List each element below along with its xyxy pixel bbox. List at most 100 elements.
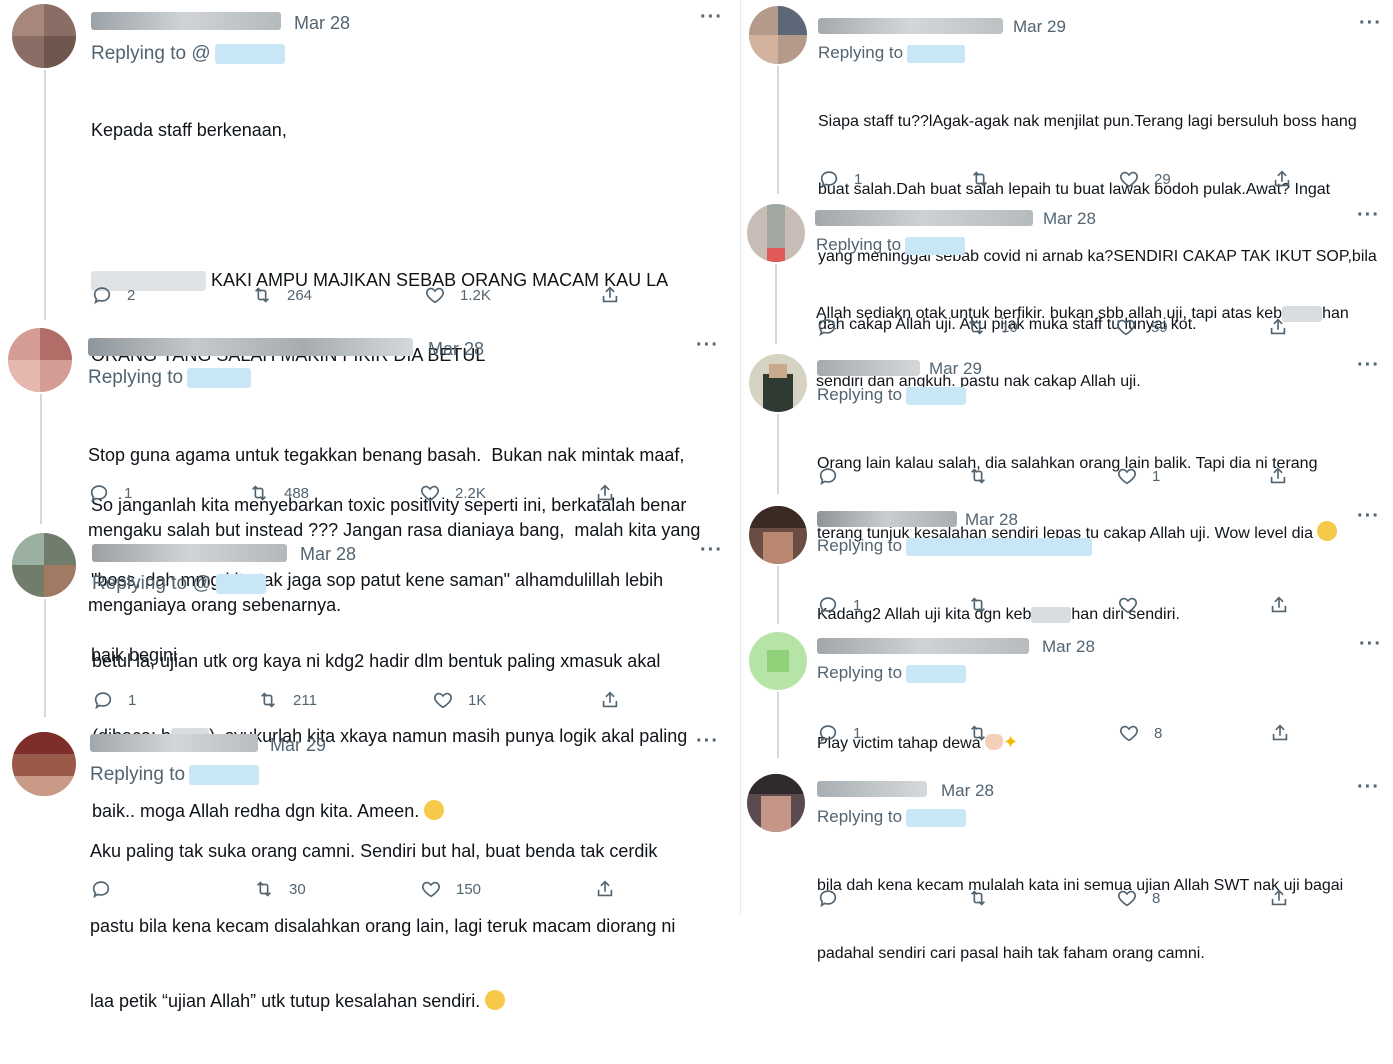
avatar[interactable]: [12, 732, 76, 796]
retweet-button[interactable]: 264: [251, 284, 312, 306]
tweet-date[interactable]: Mar 29: [1013, 17, 1066, 37]
more-icon[interactable]: ···: [696, 730, 719, 753]
avatar[interactable]: [749, 632, 807, 690]
tweet-date[interactable]: Mar 29: [270, 735, 326, 756]
tweet-actions: 1 8: [817, 722, 1297, 746]
retweet-icon: [967, 722, 989, 744]
tweet-date[interactable]: Mar 29: [929, 359, 982, 379]
like-button[interactable]: 1.2K: [424, 284, 491, 306]
mention-redacted[interactable]: [907, 44, 966, 63]
mention-redacted[interactable]: [187, 367, 252, 388]
mention-redacted[interactable]: [906, 808, 967, 827]
retweet-button[interactable]: 211: [257, 689, 317, 711]
reply-button[interactable]: [90, 878, 126, 900]
retweet-button[interactable]: 10: [965, 316, 1018, 338]
replying-to: Replying to: [817, 536, 1093, 556]
like-button[interactable]: 8: [1116, 887, 1160, 909]
reply-button[interactable]: [817, 465, 853, 487]
reply-tweet[interactable]: Mar 28 ··· Replying to bila dah kena kec…: [741, 770, 1393, 962]
more-icon[interactable]: ···: [700, 539, 723, 562]
reply-icon: [91, 284, 113, 306]
share-button[interactable]: [1268, 887, 1290, 909]
tweet-date[interactable]: Mar 28: [294, 13, 350, 34]
share-button[interactable]: [1267, 316, 1289, 338]
retweet-button[interactable]: [969, 168, 1005, 190]
mention-redacted[interactable]: [906, 386, 967, 405]
reply-tweet[interactable]: Mar 28 ··· Replying to @ betul la, ujian…: [0, 525, 740, 821]
share-button[interactable]: [1269, 722, 1291, 744]
avatar[interactable]: [12, 4, 76, 68]
reply-tweet[interactable]: Mar 29 ··· Replying to Siapa staff tu??l…: [741, 0, 1393, 333]
like-button[interactable]: [1117, 594, 1153, 616]
avatar[interactable]: [8, 328, 72, 392]
avatar[interactable]: [749, 6, 807, 64]
reply-tweet[interactable]: Mar 28 ··· Replying to Kadang2 Allah uji…: [741, 498, 1393, 626]
mention-redacted[interactable]: [906, 537, 1093, 556]
share-button[interactable]: [1267, 465, 1289, 487]
avatar[interactable]: [749, 354, 807, 412]
share-button[interactable]: [594, 878, 616, 900]
more-icon[interactable]: ···: [1359, 633, 1382, 656]
avatar[interactable]: [749, 506, 807, 564]
like-button[interactable]: 1K: [432, 689, 486, 711]
retweet-button[interactable]: [967, 887, 1003, 909]
reply-tweet[interactable]: Mar 28 ··· Replying to @ Kepada staff be…: [0, 0, 740, 665]
retweet-button[interactable]: [967, 594, 1003, 616]
reply-tweet[interactable]: Mar 28 ··· Replying to Allah sediakn ota…: [741, 198, 1393, 390]
avatar[interactable]: [747, 204, 805, 262]
reply-tweet[interactable]: Mar 28 ··· Replying to Play victim tahap…: [741, 628, 1393, 768]
reply-button[interactable]: 1: [817, 594, 861, 616]
mention-redacted[interactable]: [189, 764, 260, 785]
like-button[interactable]: 8: [1118, 722, 1162, 744]
tweet-date[interactable]: Mar 28: [941, 781, 994, 801]
tweet-text: Aku paling tak suka orang camni. Sendiri…: [90, 841, 676, 1011]
like-button[interactable]: 29: [1118, 168, 1171, 190]
retweet-button[interactable]: [967, 465, 1003, 487]
share-button[interactable]: [594, 482, 616, 504]
avatar[interactable]: [12, 533, 76, 597]
mention-redacted[interactable]: [214, 43, 285, 64]
tweet-actions: 1: [817, 594, 1297, 618]
share-button[interactable]: [599, 284, 621, 306]
like-button[interactable]: 2.2K: [419, 482, 486, 504]
more-icon[interactable]: ···: [700, 6, 723, 29]
retweet-button[interactable]: 488: [248, 482, 309, 504]
reply-tweet[interactable]: Mar 29 ··· Replying to Orang lain kalau …: [741, 348, 1393, 542]
tweet-date[interactable]: Mar 28: [428, 339, 484, 360]
replying-to: Replying to: [817, 663, 967, 683]
tweet-date[interactable]: Mar 28: [300, 544, 356, 565]
like-button[interactable]: 1: [1116, 465, 1160, 487]
more-icon[interactable]: ···: [696, 334, 719, 357]
more-icon[interactable]: ···: [1357, 204, 1380, 227]
like-button[interactable]: 150: [420, 878, 481, 900]
share-button[interactable]: [599, 689, 621, 711]
avatar[interactable]: [747, 774, 805, 832]
more-icon[interactable]: ···: [1357, 776, 1380, 799]
reply-button[interactable]: 2: [91, 284, 135, 306]
more-icon[interactable]: ···: [1357, 505, 1380, 528]
reply-button[interactable]: [816, 316, 852, 338]
retweet-icon: [253, 878, 275, 900]
retweet-button[interactable]: 30: [253, 878, 306, 900]
retweet-button[interactable]: [967, 722, 1003, 744]
tweet-date[interactable]: Mar 28: [1042, 637, 1095, 657]
left-reply-column: Mar 28 ··· Replying to @ Kepada staff be…: [0, 0, 740, 1011]
tweet-date[interactable]: Mar 28: [965, 510, 1018, 530]
more-icon[interactable]: ···: [1357, 354, 1380, 377]
reply-button[interactable]: 1: [818, 168, 862, 190]
more-icon[interactable]: ···: [1359, 12, 1382, 35]
share-button[interactable]: [1271, 168, 1293, 190]
reply-button[interactable]: 1: [817, 722, 861, 744]
tweet-date[interactable]: Mar 28: [1043, 209, 1096, 229]
reply-tweet[interactable]: Mar 29 ··· Replying to Aku paling tak su…: [0, 718, 740, 1011]
share-button[interactable]: [1268, 594, 1290, 616]
reply-button[interactable]: [817, 887, 853, 909]
mention-redacted[interactable]: [215, 573, 266, 594]
mention-redacted[interactable]: [906, 664, 967, 683]
reply-button[interactable]: 1: [88, 482, 132, 504]
like-button[interactable]: 59: [1115, 316, 1168, 338]
reply-button[interactable]: 1: [92, 689, 136, 711]
reply-tweet[interactable]: Mar 28 ··· Replying to Stop guna agama u…: [0, 322, 740, 615]
mention-redacted[interactable]: [905, 236, 966, 255]
retweet-icon: [967, 887, 989, 909]
